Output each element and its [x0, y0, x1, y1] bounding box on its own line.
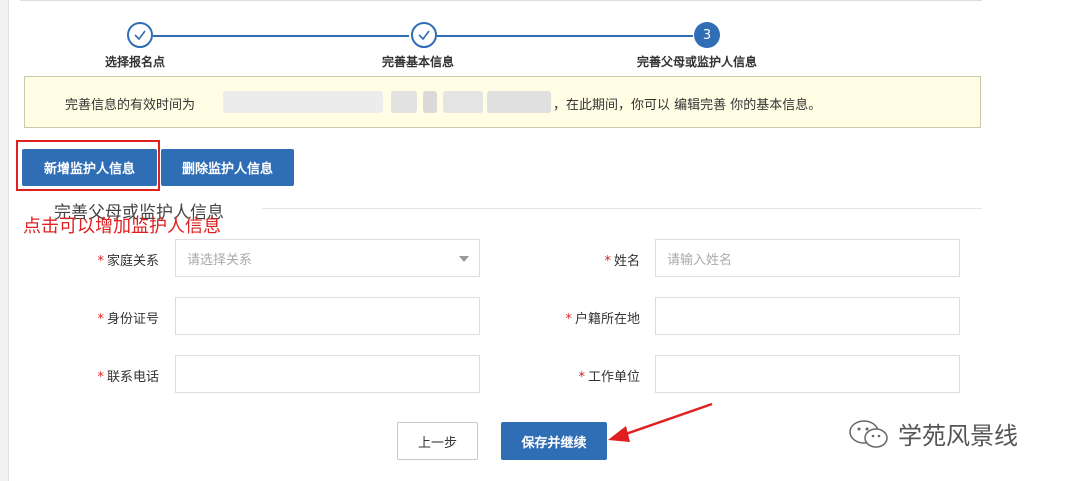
validity-notice: 完善信息的有效时间为 ，在此期间，你可以 编辑完善 你的基本信息。	[24, 76, 981, 128]
employer-label: * 工作单位	[578, 370, 640, 385]
step-1-label: 选择报名点	[105, 55, 166, 69]
step-3-number: 3	[694, 22, 720, 48]
save-continue-button[interactable]: 保存并继续	[501, 422, 607, 460]
prev-step-button[interactable]: 上一步	[397, 422, 478, 460]
phone-label: * 联系电话	[97, 370, 159, 385]
annotation-arrow-icon	[608, 402, 713, 442]
watermark: 学苑风景线	[848, 416, 1018, 451]
name-input[interactable]: 请输入姓名	[655, 239, 960, 277]
relation-select[interactable]: 请选择关系	[175, 239, 480, 277]
watermark-text: 学苑风景线	[898, 422, 1018, 450]
household-input[interactable]	[655, 297, 960, 335]
annotation-highlight-box	[16, 140, 160, 191]
chevron-down-icon	[459, 256, 469, 262]
step-3-label: 完善父母或监护人信息	[637, 55, 758, 69]
step-1-check-icon	[127, 22, 153, 48]
notice-prefix: 完善信息的有效时间为	[65, 98, 196, 113]
step-connector-1	[153, 35, 409, 37]
household-label: * 户籍所在地	[565, 312, 640, 327]
name-placeholder: 请输入姓名	[667, 252, 733, 268]
top-divider	[20, 0, 982, 1]
id-number-label: * 身份证号	[97, 312, 159, 327]
name-label: * 姓名	[604, 254, 640, 269]
step-2-check-icon	[411, 22, 437, 48]
delete-guardian-button[interactable]: 删除监护人信息	[161, 149, 294, 186]
relation-placeholder: 请选择关系	[187, 252, 253, 268]
step-2-label: 完善基本信息	[382, 55, 455, 69]
section-divider	[262, 208, 982, 209]
notice-suffix: ，在此期间，你可以 编辑完善 你的基本信息。	[553, 98, 822, 113]
phone-input[interactable]	[175, 355, 480, 393]
step-connector-2	[437, 35, 693, 37]
employer-input[interactable]	[655, 355, 960, 393]
wechat-icon	[849, 419, 888, 448]
relation-label: * 家庭关系	[97, 254, 159, 269]
annotation-text: 点击可以增加监护人信息	[23, 216, 221, 237]
id-number-input[interactable]	[175, 297, 480, 335]
window-left-edge	[0, 0, 9, 481]
